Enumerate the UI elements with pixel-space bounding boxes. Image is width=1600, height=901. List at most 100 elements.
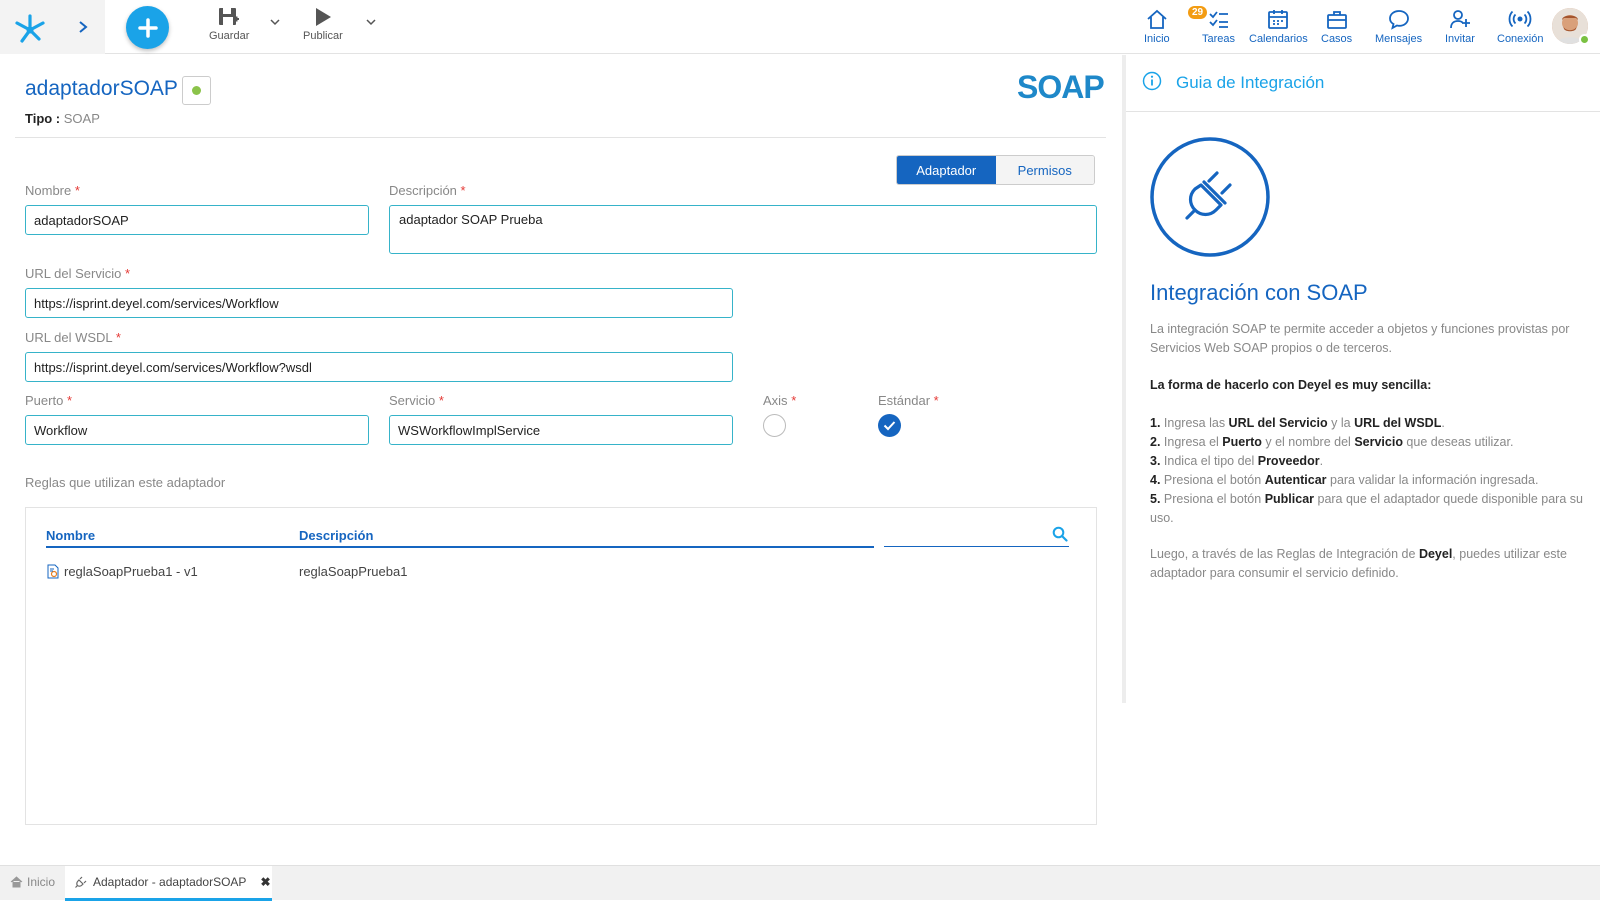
nombre-label: Nombre * (25, 183, 80, 198)
url-servicio-input[interactable]: https://isprint.deyel.com/services/Workf… (25, 288, 733, 318)
nav-tareas[interactable]: 29 Tareas (1188, 6, 1235, 45)
col-header-nombre[interactable]: Nombre (46, 528, 95, 543)
publish-options-chevron-down-icon[interactable] (366, 18, 376, 26)
page-title: adaptadorSOAP (25, 77, 178, 100)
header-underline (46, 546, 874, 548)
bottom-tab-bar: Inicio Adaptador - adaptadorSOAP ✖ (0, 865, 1600, 901)
save-button[interactable]: Guardar (209, 6, 249, 42)
home-icon (1147, 9, 1167, 29)
step-strong: URL del Servicio (1228, 416, 1328, 430)
status-indicator[interactable] (182, 76, 211, 105)
guide-step-4: 4. Presiona el botón Autenticar para val… (1150, 473, 1539, 487)
step-strong: Puerto (1222, 435, 1262, 449)
estandar-radio-selected[interactable] (878, 414, 901, 437)
nav-inicio[interactable]: Inicio (1144, 8, 1170, 45)
guide-step-2: 2. Ingresa el Puerto y el nombre del Ser… (1150, 435, 1514, 449)
nav-casos[interactable]: Casos (1321, 8, 1352, 45)
required-mark: * (791, 393, 797, 408)
nombre-input[interactable]: adaptadorSOAP (25, 205, 369, 235)
nombre-label-text: Nombre (25, 183, 72, 198)
step-strong: URL del WSDL (1354, 416, 1442, 430)
briefcase-icon (1326, 11, 1347, 29)
servicio-label: Servicio * (389, 393, 444, 408)
step-strong: Servicio (1354, 435, 1403, 449)
rule-name: reglaSoapPrueba1 - v1 (64, 564, 198, 579)
table-row-description: reglaSoapPrueba1 (299, 564, 408, 579)
expand-menu-button[interactable] (70, 14, 96, 40)
guide-step-5: 5. Presiona el botón Publicar para que e… (1150, 492, 1583, 525)
save-options-chevron-down-icon[interactable] (270, 18, 280, 26)
step-text: Presiona el botón (1163, 492, 1265, 506)
outro-strong: Deyel (1418, 547, 1453, 561)
descripcion-label: Descripción * (389, 183, 466, 198)
required-mark: * (115, 330, 121, 345)
outro-text: Luego, a través de las Reglas de Integra… (1150, 547, 1419, 561)
table-row-name[interactable]: reglaSoapPrueba1 - v1 (46, 564, 198, 579)
nav-mensajes[interactable]: Mensajes (1375, 8, 1422, 45)
nav-conexion-label: Conexión (1497, 33, 1544, 45)
chevron-right-icon (79, 21, 88, 33)
nav-calendarios[interactable]: Calendarios (1249, 8, 1308, 45)
tab-permisos[interactable]: Permisos (995, 156, 1094, 184)
tab-adaptador[interactable]: Adaptador (897, 156, 996, 184)
step-strong: Proveedor (1257, 454, 1320, 468)
add-button[interactable] (126, 6, 169, 49)
servicio-input[interactable]: WSWorkflowImplService (389, 415, 733, 445)
step-text: y el nombre del (1261, 435, 1355, 449)
guide-bold-line: La forma de hacerlo con Deyel es muy sen… (1150, 378, 1432, 392)
axis-label-text: Axis (763, 393, 788, 408)
deyel-logo-icon[interactable] (12, 10, 48, 44)
url-wsdl-label: URL del WSDL * (25, 330, 121, 345)
nav-casos-label: Casos (1321, 33, 1353, 45)
estandar-label: Estándar * (878, 393, 939, 408)
puerto-input[interactable]: Workflow (25, 415, 369, 445)
tasks-badge: 29 (1188, 6, 1208, 19)
guide-step-3: 3. Indica el tipo del Proveedor. (1150, 454, 1324, 468)
type-label: Tipo : (25, 111, 61, 126)
bottom-tab-home[interactable]: Inicio (10, 875, 55, 889)
nav-invitar-label: Invitar (1445, 33, 1475, 45)
plug-icon (1150, 137, 1270, 257)
checkmark-icon (883, 421, 896, 431)
plus-icon (137, 17, 158, 38)
publish-button[interactable]: Publicar (303, 6, 343, 42)
step-text: y la (1327, 416, 1355, 430)
bottom-tab-home-label: Inicio (27, 875, 56, 889)
bottom-tab-adapter-label: Adaptador - adaptadorSOAP (93, 875, 247, 889)
axis-radio[interactable] (763, 414, 786, 437)
add-user-icon (1450, 10, 1470, 29)
soap-logo: SOAP (1017, 69, 1105, 105)
url-servicio-label-text: URL del Servicio (25, 266, 122, 281)
required-mark: * (460, 183, 466, 198)
step-text: que deseas utilizar. (1402, 435, 1514, 449)
url-wsdl-input[interactable]: https://isprint.deyel.com/services/Workf… (25, 352, 733, 382)
step-text: Ingresa el (1163, 435, 1223, 449)
guide-header: Guia de Integración (1126, 55, 1600, 112)
nav-conexion[interactable]: Conexión (1497, 8, 1543, 45)
rules-grid: Nombre Descripción reglaSoapPrueba1 - v1… (25, 507, 1097, 825)
integration-guide-panel: Guia de Integración Integración con SOAP… (1126, 55, 1600, 865)
guide-title: Guia de Integración (1176, 73, 1325, 92)
close-tab-icon[interactable]: ✖ (260, 875, 270, 889)
nav-invitar[interactable]: Invitar (1445, 8, 1475, 45)
main-content: adaptadorSOAP Tipo : SOAP SOAP Adaptador… (0, 55, 1106, 865)
save-label: Guardar (209, 30, 250, 42)
step-text: para validar la información ingresada. (1326, 473, 1539, 487)
search-icon[interactable] (1052, 526, 1068, 542)
servicio-label-text: Servicio (389, 393, 436, 408)
save-icon (219, 8, 240, 25)
guide-step-1: 1. Ingresa las URL del Servicio y la URL… (1150, 416, 1445, 430)
bottom-tab-adapter[interactable]: Adaptador - adaptadorSOAP ✖ (65, 866, 272, 901)
nav-mensajes-label: Mensajes (1375, 33, 1423, 45)
required-mark: * (124, 266, 131, 281)
step-text: Indica el tipo del (1163, 454, 1258, 468)
step-strong: Autenticar (1264, 473, 1327, 487)
rules-section-label: Reglas que utilizan este adaptador (25, 475, 226, 490)
col-header-descripcion[interactable]: Descripción (299, 528, 373, 543)
descripcion-textarea[interactable]: adaptador SOAP Prueba (389, 205, 1097, 254)
header-divider (15, 137, 1106, 138)
guide-outro: Luego, a través de las Reglas de Integra… (1150, 545, 1590, 583)
required-mark: * (438, 393, 444, 408)
grid-search-field[interactable] (884, 546, 1069, 547)
nav-inicio-label: Inicio (1144, 33, 1170, 45)
